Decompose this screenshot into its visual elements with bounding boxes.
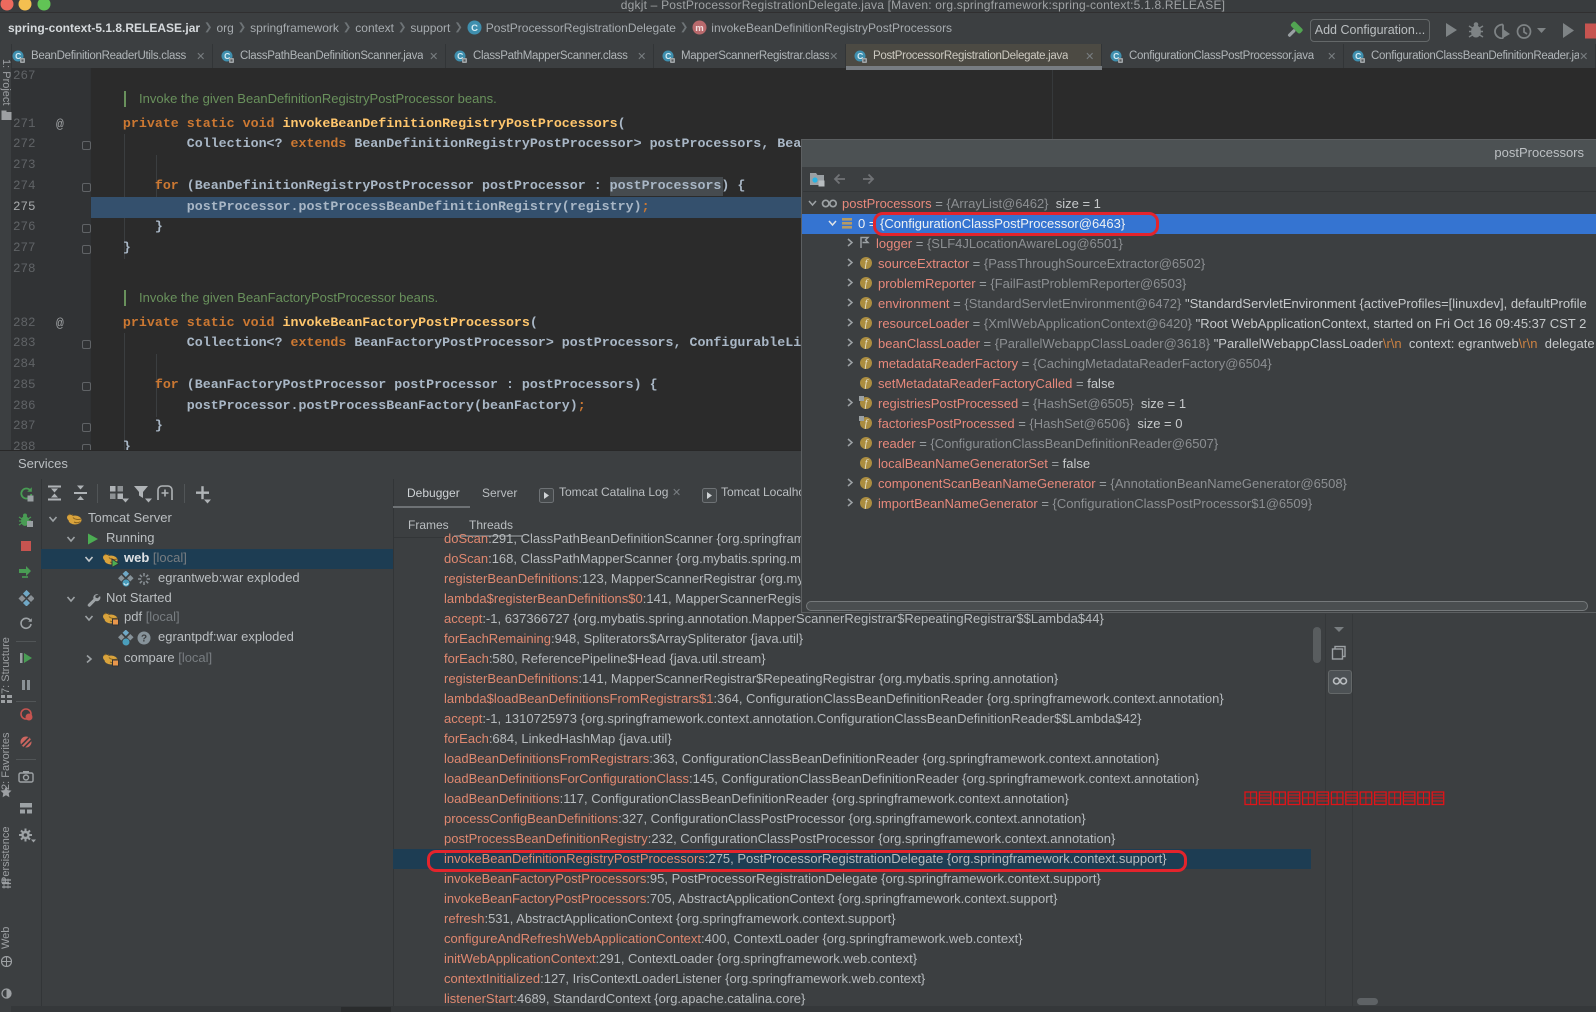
svg-text:m: m <box>696 23 704 34</box>
svg-text:?: ? <box>141 634 147 645</box>
svg-text:C: C <box>471 23 478 34</box>
